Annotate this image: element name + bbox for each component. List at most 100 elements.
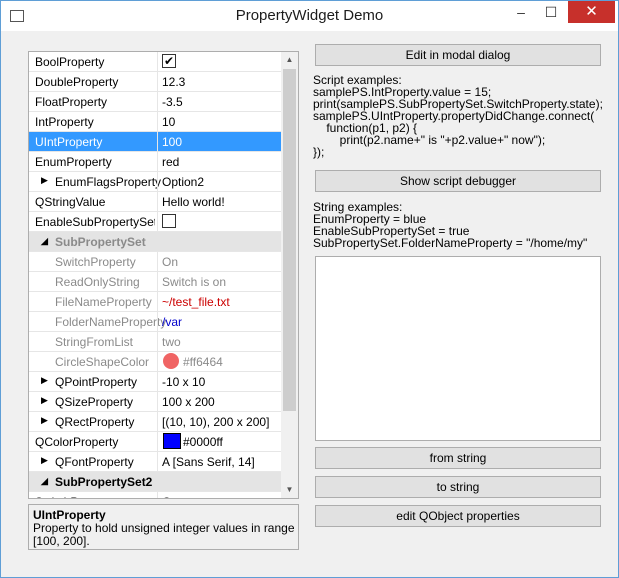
property-row[interactable]: QStringValue Hello world! [29, 192, 281, 212]
property-row[interactable]: ▶ QFontProperty A [Sans Serif, 14] [29, 452, 281, 472]
property-group-row[interactable]: ◢ SubPropertySet2 [29, 472, 281, 492]
property-checkbox[interactable] [162, 214, 176, 228]
property-value[interactable]: -10 x 10 [162, 375, 205, 389]
property-row[interactable]: BoolProperty ✔ [29, 52, 281, 72]
property-name: DoubleProperty [35, 75, 119, 89]
property-name: IntProperty [35, 115, 94, 129]
property-row[interactable]: FolderNameProperty/var [29, 312, 281, 332]
property-row[interactable]: DoubleProperty 12.3 [29, 72, 281, 92]
property-value[interactable]: ~/test_file.txt [162, 295, 230, 309]
property-row[interactable]: UIntProperty 100 [29, 132, 281, 152]
property-row[interactable]: ▶ EnumFlagsProperty Option2 [29, 172, 281, 192]
scroll-thumb[interactable] [283, 69, 296, 411]
column-divider [157, 432, 158, 451]
string-examples-text: String examples: EnumProperty = blue Ena… [313, 200, 588, 250]
property-name: SwitchProperty [35, 495, 155, 498]
maximize-button[interactable]: ☐ [536, 1, 566, 23]
collapse-arrow-icon[interactable]: ◢ [41, 236, 48, 247]
property-value[interactable]: 100 [162, 135, 182, 149]
property-row[interactable]: SwitchProperty On [29, 492, 281, 498]
column-divider [157, 312, 158, 331]
column-divider [157, 412, 158, 431]
property-value[interactable]: 12.3 [162, 75, 185, 89]
column-divider [157, 92, 158, 111]
property-description-panel: UIntProperty Property to hold unsigned i… [28, 504, 299, 550]
property-value[interactable]: 10 [162, 115, 175, 129]
property-row[interactable]: StringFromList two [29, 332, 281, 352]
property-row[interactable]: QColorProperty #0000ff [29, 432, 281, 452]
property-value[interactable]: /var [162, 315, 182, 329]
column-divider [157, 392, 158, 411]
to-string-button[interactable]: to string [315, 476, 601, 498]
property-value[interactable]: [(10, 10), 200 x 200] [162, 415, 269, 429]
property-row[interactable]: CircleShapeColor #ff6464 [29, 352, 281, 372]
property-name: EnableSubPropertySet [35, 215, 155, 229]
property-row[interactable]: EnableSubPropertySet [29, 212, 281, 232]
column-divider [157, 252, 158, 271]
property-row[interactable]: ▶ QSizeProperty 100 x 200 [29, 392, 281, 412]
description-text: Property to hold unsigned integer values… [33, 521, 295, 548]
color-swatch[interactable] [163, 353, 179, 369]
column-divider [157, 132, 158, 151]
property-tree[interactable]: BoolProperty ✔ DoubleProperty 12.3 FloatProp… [28, 51, 299, 499]
property-name: SubPropertySet [55, 235, 146, 249]
property-row[interactable]: SwitchPropertyOn [29, 252, 281, 272]
column-divider [157, 372, 158, 391]
property-checkbox[interactable]: ✔ [162, 54, 176, 68]
column-divider [157, 112, 158, 131]
string-text-area[interactable] [315, 256, 601, 441]
tree-scrollbar[interactable]: ▲ ▼ [281, 52, 298, 498]
property-value[interactable]: Switch is on [162, 275, 226, 289]
column-divider [157, 352, 158, 371]
property-value[interactable]: #0000ff [183, 435, 223, 449]
property-value[interactable]: Hello world! [162, 195, 225, 209]
column-divider [157, 452, 158, 471]
property-rows: BoolProperty ✔ DoubleProperty 12.3 FloatProp… [29, 52, 281, 498]
property-name: UIntProperty [35, 135, 103, 149]
property-name: BoolProperty [35, 55, 105, 69]
column-divider [157, 292, 158, 311]
column-divider [157, 152, 158, 171]
property-row[interactable]: ▶ QRectProperty [(10, 10), 200 x 200] [29, 412, 281, 432]
property-row[interactable]: IntProperty 10 [29, 112, 281, 132]
property-value[interactable]: two [162, 335, 181, 349]
property-name: QColorProperty [35, 435, 119, 449]
property-value[interactable]: 100 x 200 [162, 395, 215, 409]
minimize-button[interactable]: – [506, 1, 536, 23]
property-row[interactable]: EnumProperty red [29, 152, 281, 172]
property-value[interactable]: On [162, 495, 178, 498]
show-script-debugger-button[interactable]: Show script debugger [315, 170, 601, 192]
property-value[interactable]: A [Sans Serif, 14] [162, 455, 255, 469]
color-swatch[interactable] [163, 433, 181, 449]
expand-arrow-icon[interactable]: ▶ [41, 455, 48, 466]
property-row[interactable]: ReadOnlyString Switch is on [29, 272, 281, 292]
property-value[interactable]: #ff6464 [183, 355, 223, 369]
script-examples-text: Script examples: samplePS.IntProperty.va… [313, 73, 603, 159]
scroll-up-icon[interactable]: ▲ [281, 52, 298, 68]
property-row[interactable]: FloatProperty -3.5 [29, 92, 281, 112]
property-value[interactable]: -3.5 [162, 95, 183, 109]
title-bar: PropertyWidget Demo – ☐ ✕ [1, 1, 618, 31]
property-value[interactable]: Option2 [162, 175, 204, 189]
expand-arrow-icon[interactable]: ▶ [41, 375, 48, 386]
expand-arrow-icon[interactable]: ▶ [41, 415, 48, 426]
from-string-button[interactable]: from string [315, 447, 601, 469]
expand-arrow-icon[interactable]: ▶ [41, 395, 48, 406]
expand-arrow-icon[interactable]: ▶ [41, 175, 48, 186]
description-title: UIntProperty [33, 508, 106, 522]
edit-modal-dialog-button[interactable]: Edit in modal dialog [315, 44, 601, 66]
property-value[interactable]: red [162, 155, 179, 169]
column-divider [157, 72, 158, 91]
collapse-arrow-icon[interactable]: ◢ [41, 476, 48, 487]
property-group-row[interactable]: ◢ SubPropertySet [29, 232, 281, 252]
column-divider [157, 172, 158, 191]
property-row[interactable]: FileNameProperty ~/test_file.txt [29, 292, 281, 312]
property-value[interactable]: On [162, 255, 178, 269]
scroll-down-icon[interactable]: ▼ [281, 482, 298, 498]
column-divider [157, 272, 158, 291]
column-divider [157, 332, 158, 351]
property-name: QStringValue [35, 195, 106, 209]
edit-qobject-properties-button[interactable]: edit QObject properties [315, 505, 601, 527]
close-button[interactable]: ✕ [568, 1, 615, 23]
property-row[interactable]: ▶ QPointProperty -10 x 10 [29, 372, 281, 392]
